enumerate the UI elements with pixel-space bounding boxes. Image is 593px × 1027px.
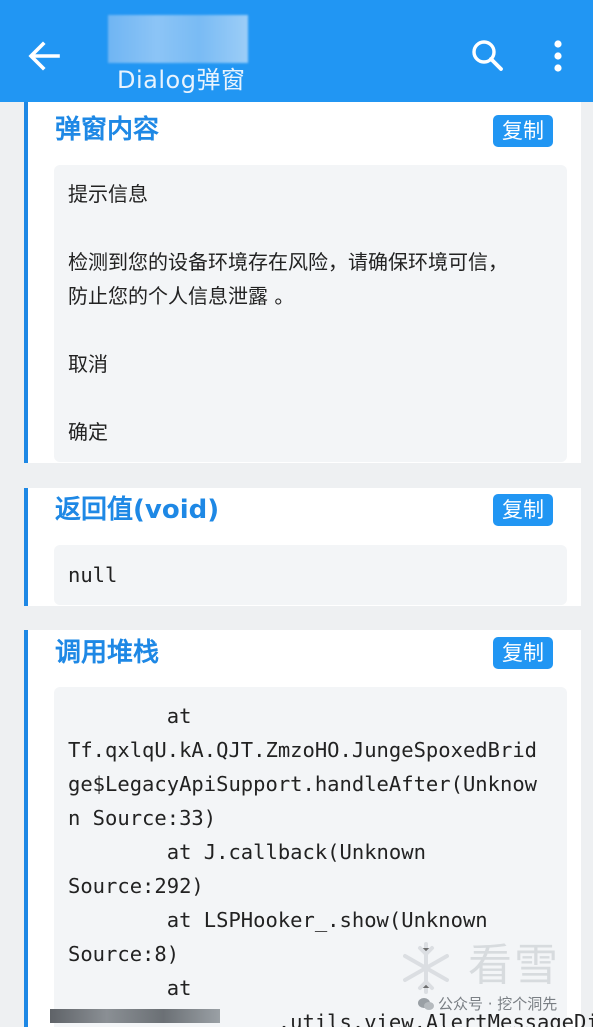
stack-line: Tf.qxlqU.kA.QJT.ZmzoHO.JungeSpoxedBrid — [68, 738, 537, 762]
dialog-line: 防止您的个人信息泄露 。 — [68, 284, 295, 308]
watermark-account: 公众号 · 挖个洞先 — [418, 993, 557, 1015]
content-area[interactable]: 弹窗内容 复制 提示信息 检测到您的设备环境存在风险，请确保环境可信， 防止您的… — [0, 102, 593, 1027]
watermark-logo: 看雪 — [396, 938, 576, 998]
stack-line: n Source:33) — [68, 806, 217, 830]
back-button[interactable] — [22, 34, 66, 78]
stack-line: at LSPHooker_.show(Unknown — [68, 908, 488, 932]
redacted-title — [108, 15, 248, 63]
return-value-box[interactable]: null — [54, 545, 567, 605]
search-button[interactable] — [466, 34, 510, 78]
stack-line: ge$LegacyApiSupport.handleAfter(Unknow — [68, 772, 537, 796]
watermark-brand: 看雪 — [468, 940, 560, 991]
more-vert-icon — [554, 40, 562, 72]
dialog-text-box[interactable]: 提示信息 检测到您的设备环境存在风险，请确保环境可信， 防止您的个人信息泄露 。… — [54, 165, 567, 462]
search-icon — [472, 40, 503, 71]
watermark-account-text: 公众号 · 挖个洞先 — [438, 995, 558, 1013]
return-value-text: null — [68, 563, 118, 587]
stack-line: at J.callback(Unknown — [68, 840, 426, 864]
app-bar: Dialog弹窗 — [0, 0, 593, 102]
arrow-left-icon — [28, 41, 60, 71]
redacted-package-name — [50, 1009, 220, 1023]
stack-line: Source:292) — [68, 874, 204, 898]
dialog-content-card: 弹窗内容 复制 提示信息 检测到您的设备环境存在风险，请确保环境可信， 防止您的… — [24, 102, 581, 463]
dialog-line: 确定 — [68, 420, 108, 444]
copy-stack-button[interactable]: 复制 — [493, 637, 553, 669]
section-title-stack: 调用堆栈 — [55, 638, 160, 668]
dialog-line: 提示信息 — [68, 182, 148, 206]
dialog-line: 检测到您的设备环境存在风险，请确保环境可信， — [68, 250, 508, 274]
copy-dialog-button[interactable]: 复制 — [493, 115, 553, 147]
stack-line: at — [68, 704, 192, 728]
return-value-card: 返回值(void) 复制 null — [24, 488, 581, 606]
dialog-line: 取消 — [68, 352, 108, 376]
more-options-button[interactable] — [538, 34, 578, 78]
section-title-return: 返回值(void) — [55, 495, 220, 525]
section-title-dialog: 弹窗内容 — [55, 115, 160, 145]
copy-return-button[interactable]: 复制 — [493, 494, 553, 526]
wechat-icon — [418, 995, 434, 1010]
snowflake-icon — [403, 942, 449, 994]
page-subtitle: Dialog弹窗 — [117, 66, 246, 94]
